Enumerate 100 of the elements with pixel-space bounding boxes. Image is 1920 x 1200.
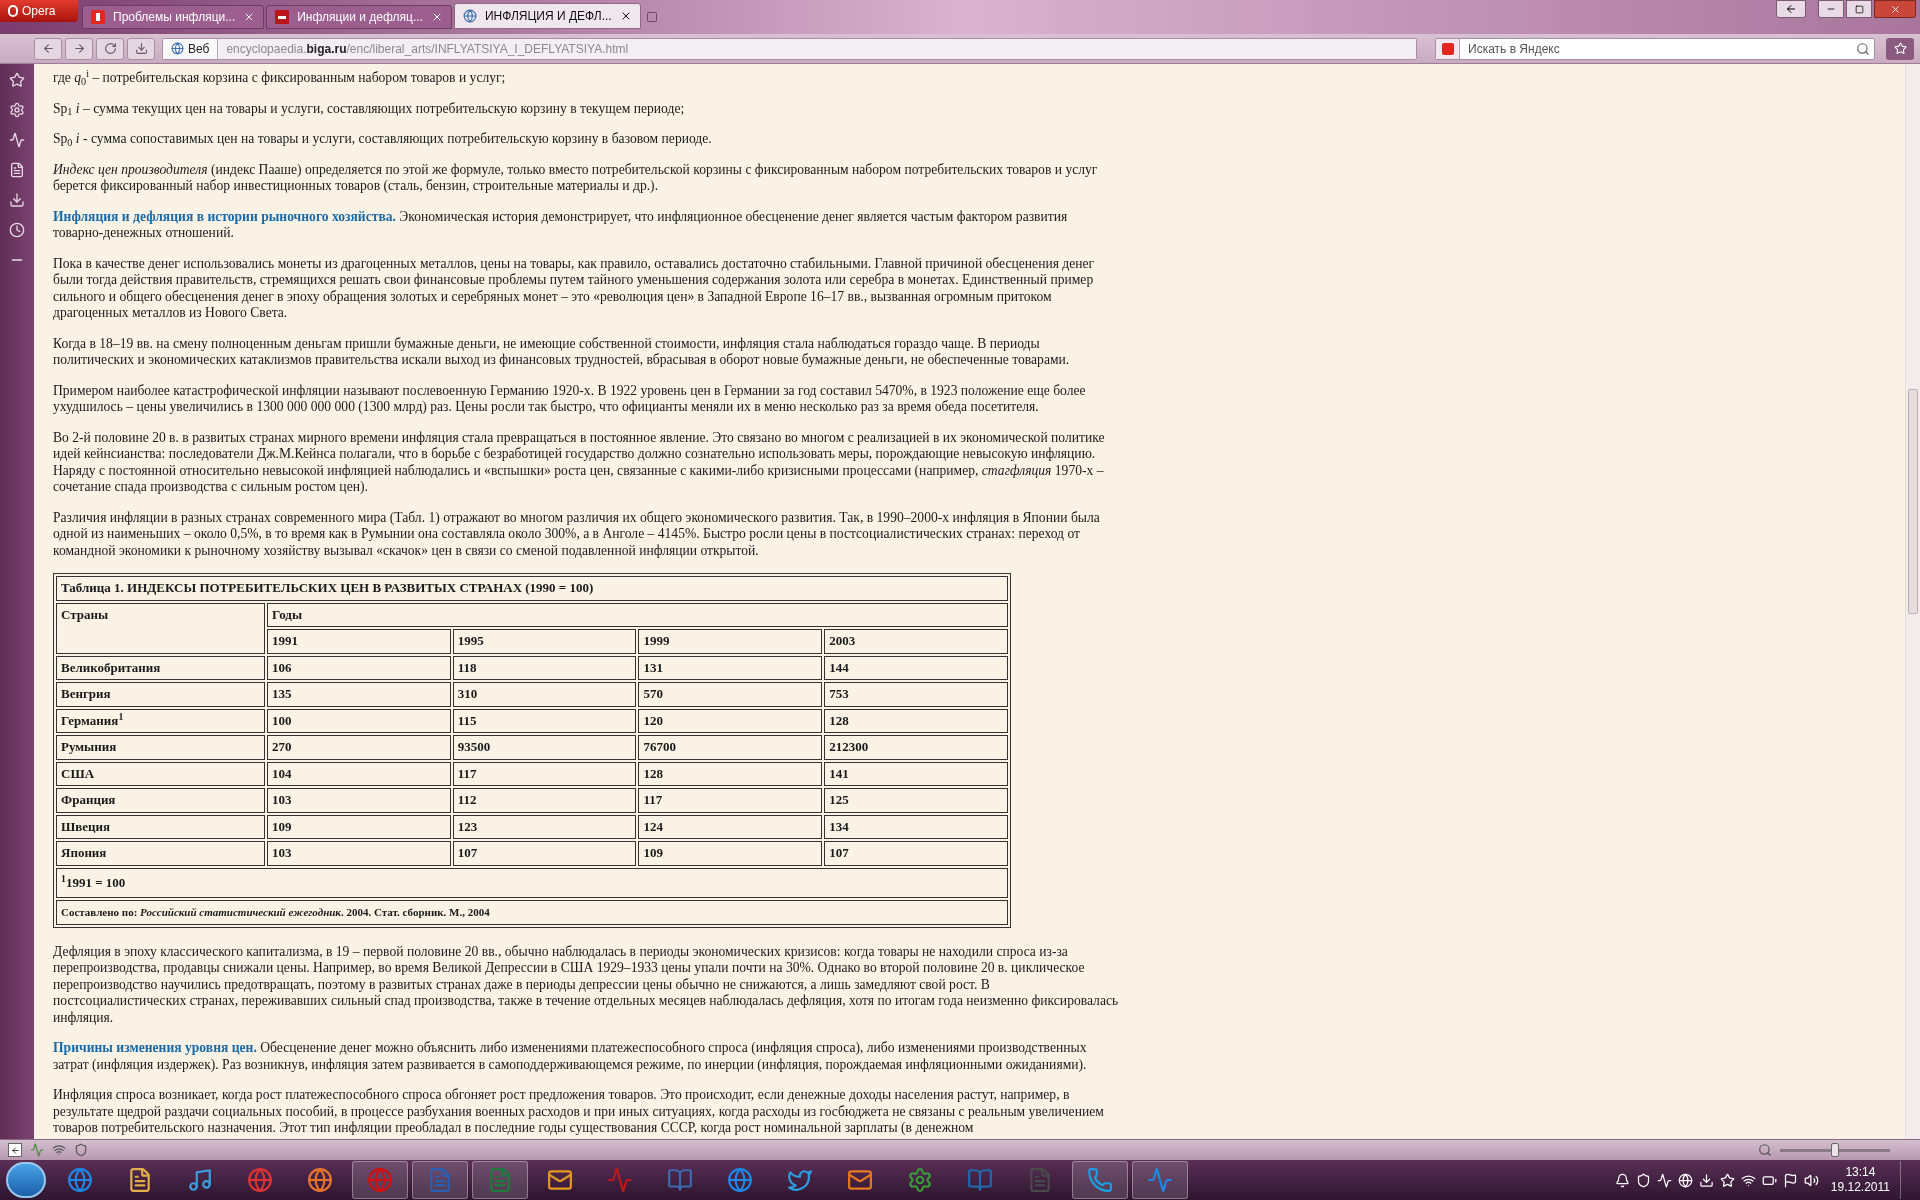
- article-paragraph: Sp$_{1}$ i – сумма текущих цен на товары и услуги, составляющих потребительскую корзину в текущем периоде;: [53, 100, 686, 117]
- search-icon[interactable]: [1856, 41, 1870, 56]
- table-cell: Франция: [56, 788, 266, 813]
- browser-tab[interactable]: Проблемы инфляци...: [82, 5, 265, 29]
- article-paragraph: Примером наиболее катастрофической инфляции называют послевоенную Германию 1920-х. В 1922 уровень цен в Германии за год составил 5470%, в 1923 положение еще более ухудшилось – цены увеличились в 1300 000 000 000 (1300 млрд) раз. Цены росли так быстро, что официанты меняли их в меню несколько раз за время обеда посетителя.: [53, 382, 1087, 416]
- star-icon[interactable]: [1893, 42, 1907, 55]
- history-panel-icon[interactable]: [9, 222, 25, 238]
- table-cell: 570: [638, 682, 823, 707]
- bookmarks-button[interactable]: [1886, 37, 1914, 60]
- widget-panel-icon[interactable]: [9, 102, 25, 118]
- browser-tab[interactable]: ИНФЛЯЦИЯ И ДЕФЛ...: [453, 3, 641, 29]
- maximize-button[interactable]: [1846, 0, 1872, 18]
- shield-icon[interactable]: [1635, 1172, 1651, 1188]
- table-source: Составлено по: Российский статистический ежегодник. 2004. Стат. сборник. М., 2004: [56, 900, 1008, 925]
- notes-panel-icon[interactable]: [9, 162, 25, 178]
- clock-time[interactable]: 13:14: [1845, 1165, 1876, 1180]
- table-cell: 107: [452, 841, 637, 866]
- table-cell: 141: [824, 761, 1008, 786]
- volume-icon[interactable]: [1803, 1172, 1819, 1188]
- table-cell: 112: [452, 788, 637, 813]
- download-arrow-icon[interactable]: [134, 42, 148, 55]
- forward-button[interactable]: [65, 37, 93, 60]
- bookmark-panel-icon[interactable]: [9, 72, 25, 88]
- article-paragraph: Инфляция спроса возникает, когда рост платежеспособного спроса обгоняет рост предложения товаров. Это происходит, если денежные доходы населения растут, например, в результате щедрой раздачи социальных пособий, в процессе разбухания военных расходов и при иных ситуациях, когда расходы из госбюджета не связаны с реальным увеличением товаров потребительского назначения. Этот тип инфляции преобладал в последние годы существования СССР, когда рост номинальной зарплаты (в денежном: [53, 1087, 1105, 1137]
- table-cell: 115: [452, 708, 637, 733]
- table-cell: 753: [824, 682, 1008, 707]
- maximize-icon[interactable]: [1854, 4, 1864, 14]
- address-field[interactable]: Веб encyclopaedia.biga.ru/enc/liberal_arts/INFLYATSIYA_I_DEFLYATSIYA.html: [162, 37, 1417, 60]
- article-paragraph: Индекс цен производителя (индекс Пааше) определяется по этой же формуле, только вместо потребительской корзины с фиксированным набором потребительских товаров и услуг берется фиксированный набор инвестиционных товаров (сталь, бензин, строительные материалы и др.).: [53, 161, 1099, 195]
- globe-browser-icon[interactable]: [727, 1167, 753, 1193]
- browser-tab[interactable]: Инфляции и дефляц...: [266, 5, 452, 29]
- search-input[interactable]: Искать в Яндекс: [1460, 39, 1856, 58]
- twitter-bird-icon[interactable]: [787, 1167, 813, 1193]
- table-header: 1991: [267, 629, 451, 654]
- tab-switch-button[interactable]: [1776, 0, 1806, 18]
- opera-menu-button[interactable]: Opera: [0, 0, 78, 22]
- table-cell: 100: [267, 708, 451, 733]
- zoom-icon[interactable]: [1758, 1143, 1772, 1157]
- table-cell: Япония: [56, 841, 266, 866]
- table-cell: Великобритания: [56, 655, 266, 680]
- table-cell: 128: [638, 761, 823, 786]
- table-cell: Румыния: [56, 735, 266, 760]
- zoom-slider[interactable]: [1780, 1143, 1890, 1157]
- article-paragraph: Причины изменения уровня цен. Обесценение денег можно объяснить либо изменениями платежеспособного спроса (инфляция спроса), либо изменениями производственных затрат (инфляция издержек). Раз возникнув, инфляция затем развивается в самоподдерживающемся режиме, по инерции (инфляция, порождаемая инфляционными ожиданиями).: [53, 1040, 1088, 1073]
- search-field[interactable]: Искать в Яндекс: [1435, 37, 1875, 60]
- table-cell: 107: [824, 841, 1008, 866]
- table-cell: 120: [638, 708, 823, 733]
- back-button[interactable]: [34, 37, 62, 60]
- table-header: 2003: [824, 629, 1008, 654]
- envelope-icon[interactable]: [847, 1167, 873, 1193]
- reload-icon[interactable]: [103, 42, 117, 55]
- reload-button[interactable]: [96, 37, 124, 60]
- table-footnote: $^{1}$1991 = 100: [56, 867, 1008, 898]
- forward-arrow-icon[interactable]: [72, 42, 86, 55]
- table-cell: 131: [638, 655, 823, 680]
- table-caption: Таблица 1. ИНДЕКСЫ ПОТРЕБИТЕЛЬСКИХ ЦЕН В РАЗВИТЫХ СТРАНАХ (1990 = 100): [56, 576, 1008, 601]
- clock-date[interactable]: 19.12.2011: [1830, 1180, 1890, 1195]
- table-cell: 109: [267, 814, 451, 839]
- table-cell: 103: [267, 788, 451, 813]
- table-cell: 134: [824, 814, 1008, 839]
- close-icon[interactable]: [1889, 3, 1901, 15]
- table-cell: 123: [452, 814, 637, 839]
- notification-icon[interactable]: [1614, 1172, 1630, 1188]
- table-cell: 144: [824, 655, 1008, 680]
- table-cell: Венгрия: [56, 682, 266, 707]
- start-button[interactable]: [6, 1162, 46, 1198]
- table-cell: США: [56, 761, 266, 786]
- music-player-icon[interactable]: [187, 1167, 213, 1193]
- square-favicon-icon: [275, 10, 290, 24]
- table-header: 1999: [638, 629, 823, 654]
- arrow-left-icon[interactable]: [1785, 3, 1797, 15]
- article-paragraph: Различия инфляции в разных странах современного мира (Табл. 1) отражают во многом различия их общего экономического развития. Так, в 1990–2000-х инфляция в Японии была одной из наименьших – около 0,5%, в то время как в Румынии она составляла около 300%, а в Анголе – 4145%. Быстро росли цены в постсоциалистических странах: переход от командной экономики к рыночному хозяйству вызывал «скачок» цен в связи со сменой подавленной инфляции открытой.: [53, 509, 1101, 559]
- scrollbar[interactable]: [1905, 64, 1920, 1139]
- table-cell: 125: [824, 788, 1008, 813]
- star-icon[interactable]: [1719, 1172, 1735, 1188]
- article-paragraph: Дефляция в эпоху классического капитализма, в 19 – первой половине 20 вв., обычно наблюдалась в периоды экономических кризисов: когда товары не находили спроса из-за перепроизводства, продавцы снижали цены. Например, во время Великой Депрессии в США 1929–1933 цены упали почти на 30%. Однако во второй половине 20 в. циклическое перепроизводство научились предотвращать, поэтому в развитых странах даже в периоды депрессии цены обычно не снижаются, а лишь замедляют свой рост. В постсоциалистических странах, переживавших сильный спад производства, также в течение отдельных месяцев наблюдалась дефляция, хотя по итогам года неизменно фиксировалась инфляция.: [53, 943, 1119, 1026]
- activity-monitor-icon[interactable]: [607, 1167, 633, 1193]
- table-cell: 104: [267, 761, 451, 786]
- flag-icon[interactable]: [1782, 1172, 1798, 1188]
- download-icon[interactable]: [1698, 1172, 1714, 1188]
- downloads-panel-icon[interactable]: [9, 192, 25, 208]
- globe-icon[interactable]: [1677, 1172, 1693, 1188]
- table-cell: 118: [452, 655, 637, 680]
- url-text: encyclopaedia.biga.ru/enc/liberal_arts/INFLYATSIYA_I_DEFLYATSIYA.html: [226, 40, 629, 58]
- document-viewer-icon[interactable]: [667, 1167, 693, 1193]
- table-cell: 117: [638, 788, 823, 813]
- activity-icon[interactable]: [1656, 1172, 1672, 1188]
- table-cell: 212300: [824, 735, 1008, 760]
- minimize-button[interactable]: [1818, 0, 1844, 18]
- table-header: 1995: [452, 629, 637, 654]
- back-arrow-icon[interactable]: [41, 42, 55, 55]
- table-cell: 93500: [452, 735, 637, 760]
- article-paragraph: Sp$_{0}$ i - сумма сопоставимых цен на товары и услуги, составляющих потребительскую корзину в базовом периоде.: [53, 131, 713, 148]
- table-header: Страны: [56, 602, 266, 654]
- mail-client-icon[interactable]: [547, 1167, 573, 1193]
- globe-icon: [462, 9, 477, 23]
- phone-call-icon[interactable]: [1087, 1167, 1113, 1193]
- table-cell: 103: [267, 841, 451, 866]
- web-badge[interactable]: Веб: [163, 38, 219, 59]
- network-icon[interactable]: [1740, 1172, 1756, 1188]
